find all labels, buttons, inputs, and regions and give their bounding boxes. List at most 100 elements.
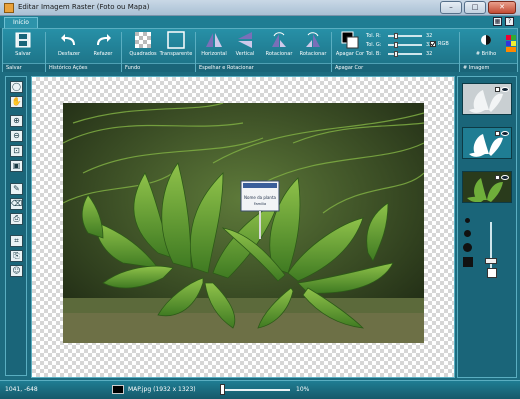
transparent-button[interactable]: Transparente: [159, 31, 193, 61]
flip-vertical-button[interactable]: Vertical: [231, 31, 259, 61]
undo-label: Desfazer: [57, 51, 81, 57]
tol-r-value: 32: [426, 33, 433, 39]
eye-icon[interactable]: [501, 131, 509, 136]
tab-inicio[interactable]: Início: [4, 17, 38, 28]
rotate-left-label: Rotacionar: [265, 51, 293, 57]
undo-icon: [61, 34, 75, 45]
tolerance-row-r: Tol. R: 32: [366, 32, 456, 40]
save-button[interactable]: Salvar: [9, 31, 37, 61]
rotate-right-label: Rotacionar: [299, 51, 327, 57]
cursor-coords: 1041, -648: [5, 386, 38, 393]
flip-vertical-label: Vertical: [235, 51, 255, 57]
zoom-slider[interactable]: [220, 389, 290, 391]
brush-size-1[interactable]: [465, 218, 470, 223]
stamp-icon[interactable]: ⎙: [10, 213, 23, 225]
group-imagem: # Imagem: [460, 63, 517, 72]
brightness-icon: [481, 35, 491, 45]
hand-icon[interactable]: ✋: [10, 96, 23, 108]
brightness-button[interactable]: # Brilho: [471, 31, 501, 61]
zoom-fit-icon[interactable]: ⊡: [10, 145, 23, 157]
sign-subtext: Família: [254, 202, 266, 206]
brush-size-3[interactable]: [463, 243, 472, 252]
layer-silhouette-white[interactable]: [462, 127, 512, 159]
checker-label: Quadrados: [129, 51, 157, 57]
layer-checkbox[interactable]: [495, 131, 500, 136]
lasso-icon[interactable]: ◯: [10, 81, 23, 93]
color-preview-box[interactable]: [487, 268, 497, 278]
group-salvar: Salvar: [3, 63, 45, 72]
crop-icon[interactable]: ⌗: [10, 235, 23, 247]
brush-square[interactable]: [463, 257, 473, 267]
redo-icon: [97, 34, 111, 45]
zoom-out-icon[interactable]: ⊖: [10, 130, 23, 142]
checker-icon: [135, 32, 151, 48]
save-icon: [15, 32, 31, 48]
plant-photo: Nome da planta Família: [63, 103, 424, 343]
grid-icon[interactable]: ▦: [493, 17, 502, 26]
rotate-right-icon: [306, 32, 320, 47]
redo-label: Refazer: [93, 51, 113, 57]
rotate-left-icon: [272, 32, 286, 47]
title-bar: Editar Imagem Raster (Foto ou Mapa) – □ …: [0, 0, 520, 16]
eraser-icon[interactable]: ⌫: [10, 198, 23, 210]
vertical-slider-knob[interactable]: [485, 258, 497, 264]
tol-r-slider[interactable]: [388, 33, 422, 39]
flip-horizontal-icon: [206, 33, 222, 47]
tolerance-row-b: Tol. B: 32: [366, 50, 456, 58]
redo-button[interactable]: Refazer: [89, 31, 117, 61]
layer-checkbox[interactable]: [495, 87, 500, 92]
erase-color-icon: [341, 31, 359, 49]
rgb-checkbox[interactable]: [430, 41, 436, 47]
flip-horizontal-label: Horizontal: [201, 51, 227, 57]
color-channels-icon: [506, 35, 516, 52]
brush-size-2[interactable]: [464, 230, 471, 237]
maximize-button[interactable]: □: [464, 1, 486, 14]
layers-panel: [457, 76, 517, 378]
group-fundo: Fundo: [122, 63, 195, 72]
window-title: Editar Imagem Raster (Foto ou Mapa): [18, 3, 150, 11]
rgb-label: RGB: [438, 41, 449, 47]
minimize-button[interactable]: –: [440, 1, 462, 14]
eye-icon[interactable]: [501, 175, 509, 180]
zoom-in-icon[interactable]: ⊕: [10, 115, 23, 127]
layer-photo[interactable]: [462, 171, 512, 203]
zoom-knob[interactable]: [220, 384, 226, 395]
rotate-left-button[interactable]: Rotacionar: [263, 31, 295, 61]
flip-horizontal-button[interactable]: Horizontal: [199, 31, 229, 61]
brightness-label: # Brilho: [475, 51, 497, 57]
tol-b-label: Tol. B:: [366, 51, 381, 57]
checker-button[interactable]: Quadrados: [127, 31, 159, 61]
save-label: Salvar: [15, 51, 31, 57]
tol-g-slider[interactable]: [388, 42, 422, 48]
checkmark-icon: [431, 42, 435, 46]
person-icon[interactable]: ☺: [10, 265, 23, 277]
left-toolbar: ◯ ✋ ⊕ ⊖ ⊡ ▣ ✎ ⌫ ⎙ ⌗ ⎘ ☺: [5, 76, 27, 376]
close-button[interactable]: ✕: [488, 1, 516, 14]
tol-b-slider[interactable]: [388, 51, 422, 57]
pencil-icon[interactable]: ✎: [10, 183, 23, 195]
transparent-icon: [167, 31, 185, 49]
tab-row: [0, 16, 520, 28]
group-apagar-cor: Apagar Cor: [332, 63, 459, 72]
undo-button[interactable]: Desfazer: [55, 31, 83, 61]
group-espelhar: Espelhar e Rotacionar: [196, 63, 331, 72]
tol-g-label: Tol. G:: [366, 42, 382, 48]
erase-color-label: Apagar Cor: [335, 51, 365, 57]
help-icon[interactable]: ?: [505, 17, 514, 26]
flip-vertical-icon: [238, 32, 252, 48]
zoom-percent: 10%: [296, 386, 310, 393]
zoom-actual-icon[interactable]: ▣: [10, 160, 23, 172]
eye-icon[interactable]: [501, 87, 509, 92]
transparent-label: Transparente: [159, 51, 193, 57]
layer-checkbox[interactable]: [495, 175, 500, 180]
color-swatch: [112, 385, 124, 394]
app-icon: [4, 3, 14, 13]
erase-color-button[interactable]: Apagar Cor: [335, 31, 365, 61]
paste-icon[interactable]: ⎘: [10, 250, 23, 262]
photo-image[interactable]: Nome da planta Família: [63, 103, 424, 343]
rotate-right-button[interactable]: Rotacionar: [297, 31, 329, 61]
sign-text: Nome da planta: [244, 195, 277, 200]
layer-silhouette-gray[interactable]: [462, 83, 512, 115]
tol-b-value: 32: [426, 51, 433, 57]
file-info: MAP.jpg (1932 x 1323): [128, 386, 196, 393]
